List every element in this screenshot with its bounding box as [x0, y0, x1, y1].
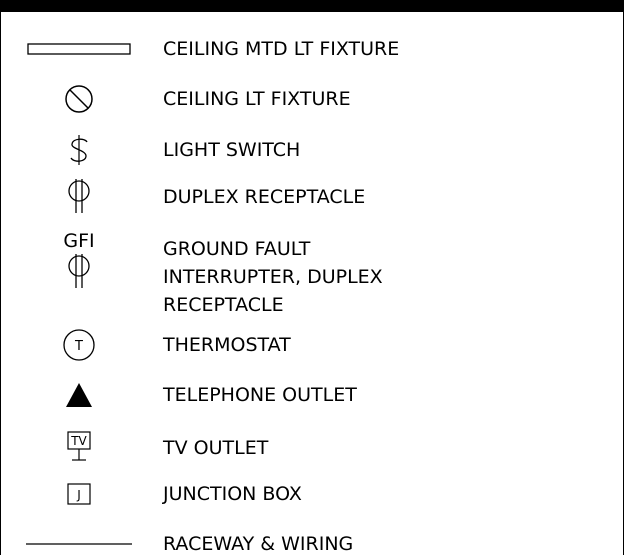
legend-row-light-switch: LIGHT SWITCH [1, 134, 621, 166]
duplex-receptacle-icon [19, 179, 139, 213]
legend-row-duplex-receptacle: DUPLEX RECEPTACLE [1, 179, 621, 213]
legend-label: TV OUTLET [163, 437, 269, 459]
legend-label: THERMOSTAT [163, 334, 291, 356]
legend-label: RACEWAY & WIRING [163, 533, 354, 555]
legend-label: TELEPHONE OUTLET [163, 384, 357, 406]
tv-symbol-text: TV [70, 434, 87, 448]
legend-row-ceiling-fixture: CEILING LT FIXTURE [1, 84, 621, 114]
ceiling-light-fixture-icon [19, 84, 139, 114]
legend-row-ceiling-mtd-fixture: CEILING MTD LT FIXTURE [1, 36, 621, 62]
tv-outlet-icon: TV [19, 430, 139, 464]
gfi-duplex-receptacle-icon: GFI [19, 229, 139, 289]
legend-row-tv-outlet: TV TV OUTLET [1, 430, 621, 464]
light-switch-icon [19, 134, 139, 166]
legend-row-thermostat: T THERMOSTAT [1, 328, 621, 362]
legend-label-line-3: RECEPTACLE [163, 294, 284, 316]
legend-row-junction-box: J JUNCTION BOX [1, 479, 621, 509]
electrical-legend: CEILING MTD LT FIXTURE CEILING LT FIXTUR… [0, 0, 624, 555]
legend-label: CEILING MTD LT FIXTURE [163, 38, 400, 60]
raceway-wiring-icon [19, 530, 139, 558]
legend-label: CEILING LT FIXTURE [163, 88, 351, 110]
legend-label: DUPLEX RECEPTACLE [163, 186, 366, 208]
junction-symbol-text: J [76, 488, 81, 502]
junction-box-icon: J [19, 479, 139, 509]
legend-row-gfi-receptacle: GFI GROUND FAULT INTERRUPTER, DUPLEX REC… [1, 227, 621, 317]
ceiling-mounted-light-fixture-icon [19, 36, 139, 62]
telephone-outlet-icon [19, 380, 139, 410]
legend-label: LIGHT SWITCH [163, 139, 301, 161]
thermostat-symbol-text: T [74, 339, 83, 354]
gfi-symbol-text: GFI [63, 230, 95, 252]
legend-label-line-1: GROUND FAULT [163, 238, 311, 260]
legend-row-telephone-outlet: TELEPHONE OUTLET [1, 380, 621, 410]
legend-label-line-2: INTERRUPTER, DUPLEX [163, 266, 383, 288]
thermostat-icon: T [19, 328, 139, 362]
legend-label: JUNCTION BOX [163, 483, 302, 505]
legend-row-raceway-wiring: RACEWAY & WIRING [1, 530, 621, 558]
